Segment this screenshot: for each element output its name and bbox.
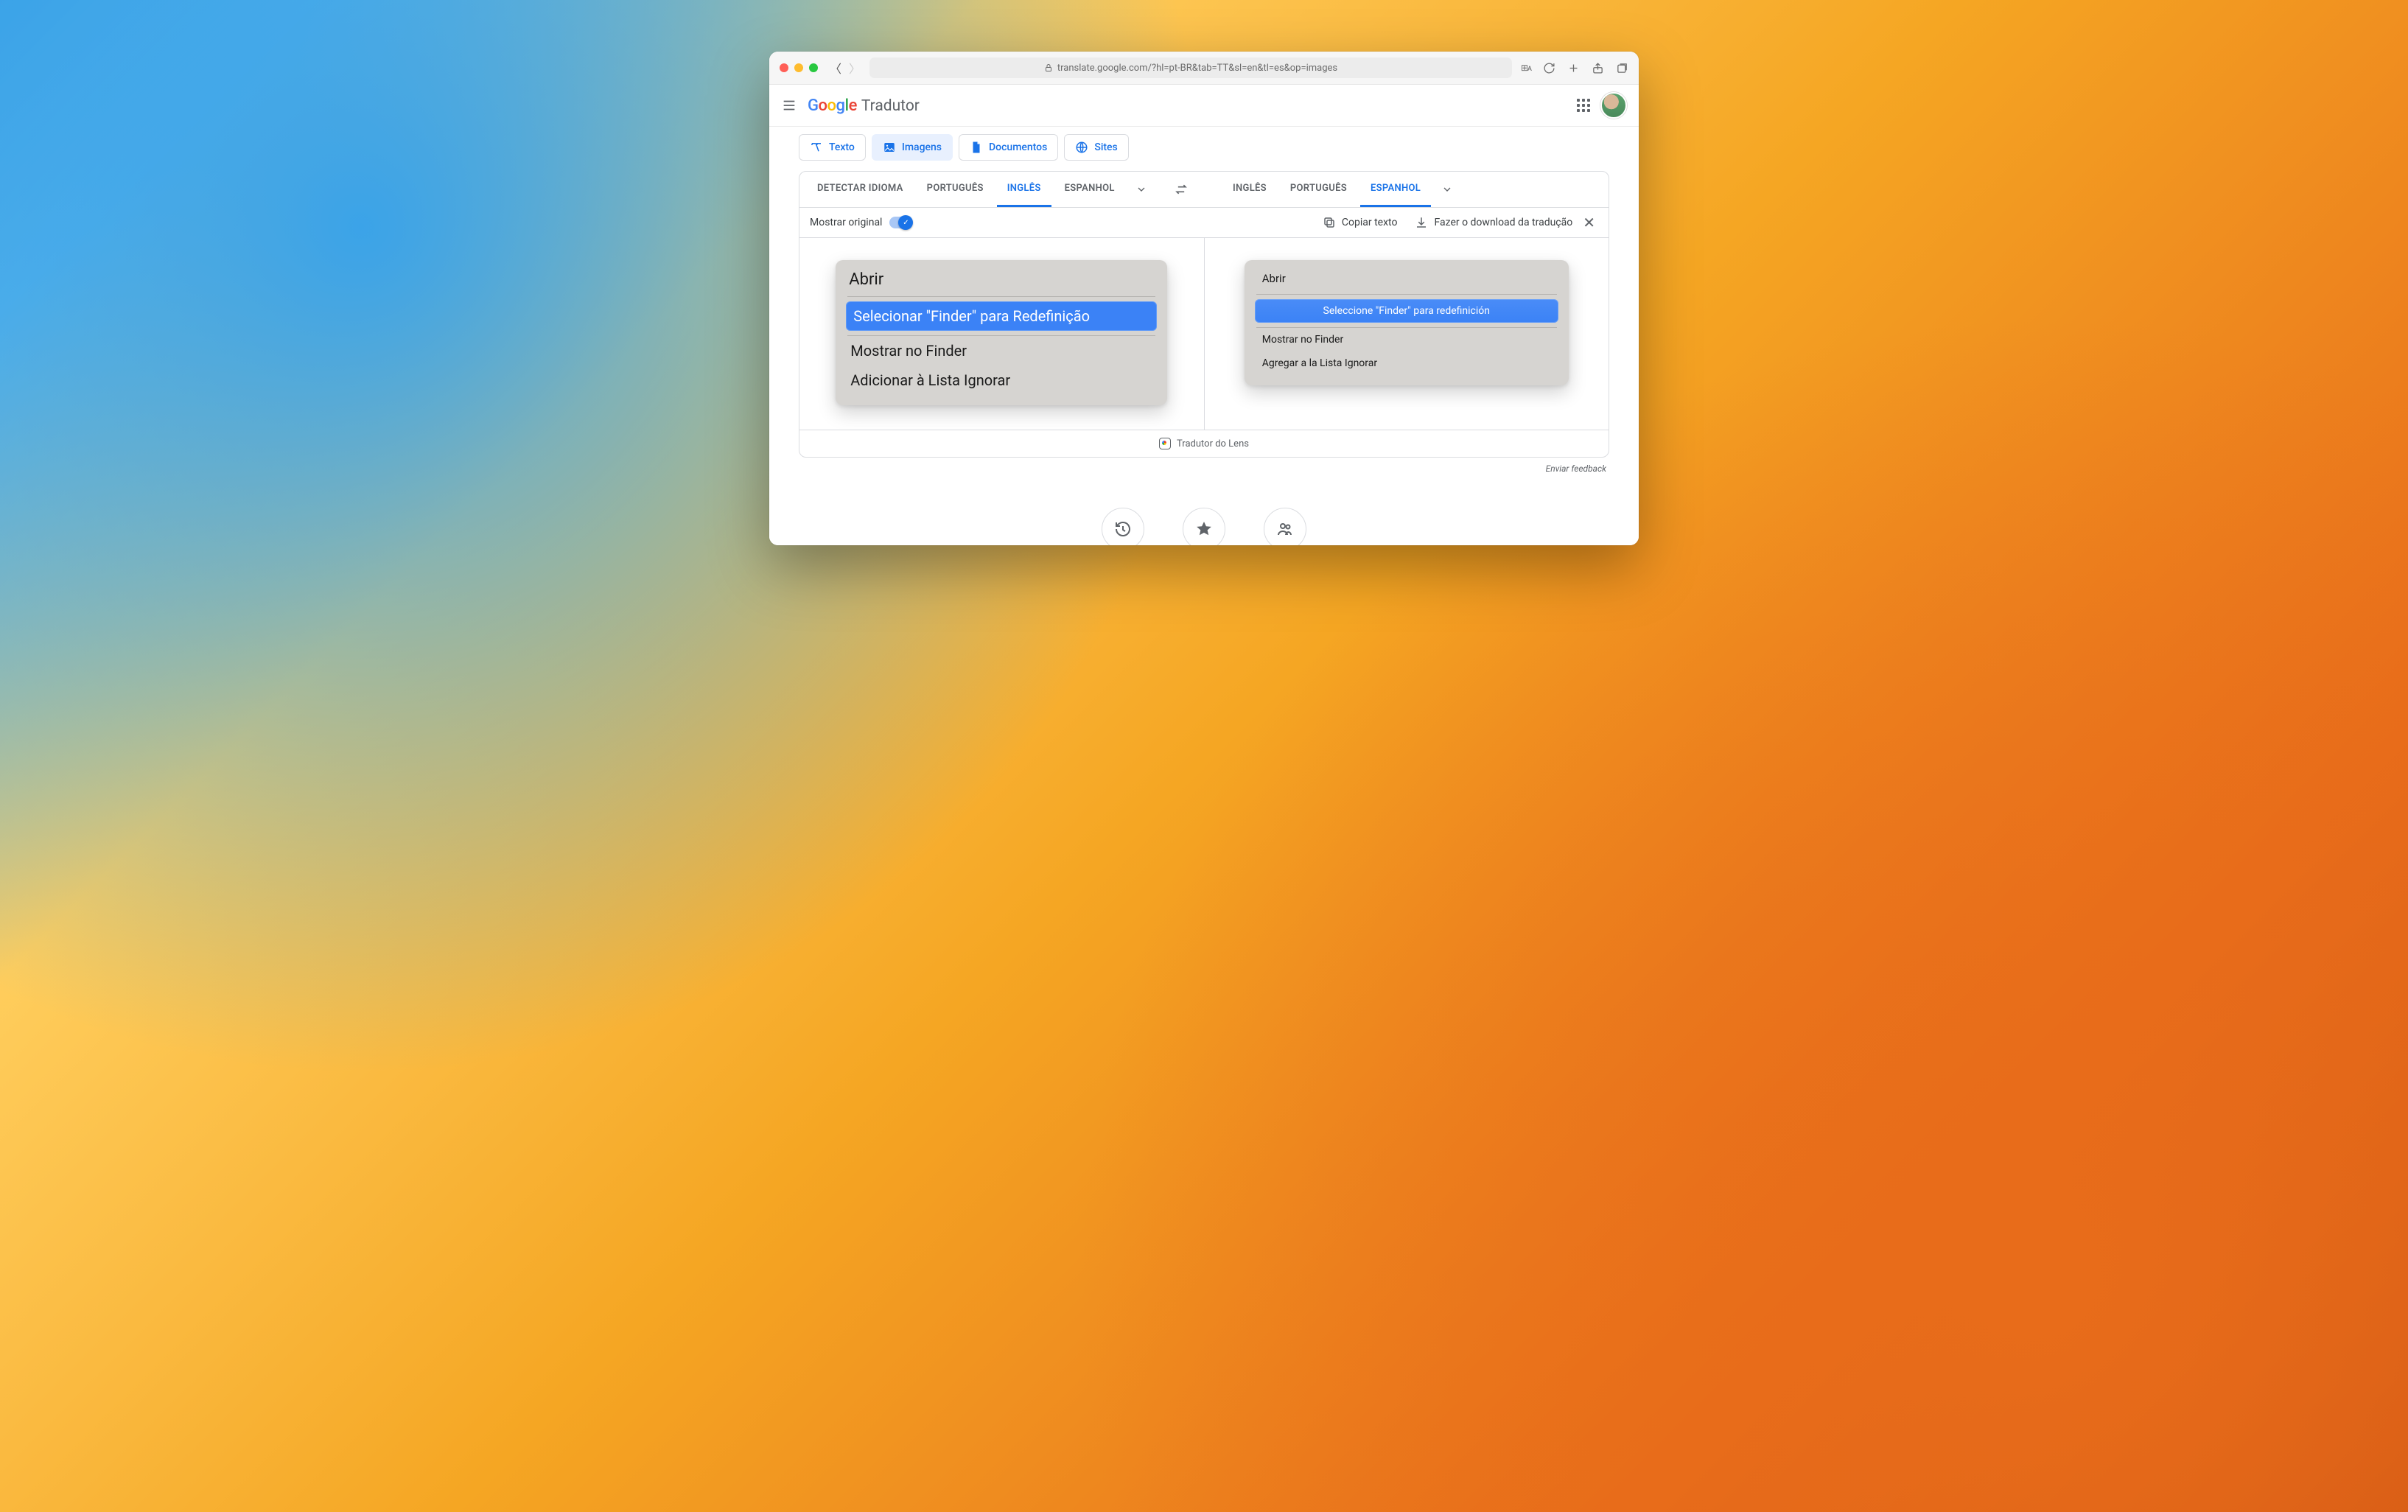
lens-icon <box>1159 438 1171 449</box>
target-tab-spanish[interactable]: ESPANHOL <box>1360 172 1431 207</box>
translated-menu-select: Seleccione "Finder" para redefinición <box>1255 299 1558 323</box>
people-icon <box>1276 520 1294 538</box>
contribute-button[interactable] <box>1264 508 1306 545</box>
original-menu-title: Abrir <box>843 269 1160 296</box>
app-header: Google Tradutor <box>769 85 1639 127</box>
back-button[interactable]: 〈 <box>830 59 841 77</box>
minimize-window-button[interactable] <box>794 63 803 72</box>
google-logo: Google <box>808 97 857 115</box>
original-menu-select: Selecionar "Finder" para Redefinição <box>846 301 1157 331</box>
source-tab-portuguese[interactable]: PORTUGUÊS <box>917 172 994 207</box>
lock-icon <box>1044 63 1053 72</box>
product-name: Tradutor <box>861 97 920 115</box>
original-menu-ignore: Adicionar à Lista Ignorar <box>843 365 1160 395</box>
nav-arrows: 〈 〉 <box>830 59 861 77</box>
show-original-label: Mostrar original <box>810 217 882 228</box>
mode-chips: Texto Imagens Documentos Sites <box>769 127 1639 171</box>
mode-images-label: Imagens <box>902 141 942 153</box>
google-apps-button[interactable] <box>1577 99 1590 112</box>
chevron-down-icon <box>1441 183 1453 195</box>
target-tab-english[interactable]: INGLÊS <box>1222 172 1277 207</box>
source-language-tabs: DETECTAR IDIOMA PORTUGUÊS INGLÊS ESPANHO… <box>799 172 1193 207</box>
chevron-down-icon <box>1135 183 1147 195</box>
show-original-toggle[interactable] <box>889 217 911 228</box>
reload-icon[interactable] <box>1543 62 1555 74</box>
history-button[interactable] <box>1102 508 1144 545</box>
new-tab-icon[interactable] <box>1567 62 1580 74</box>
swap-languages-button[interactable] <box>1174 182 1189 197</box>
image-compare-row: Abrir Selecionar "Finder" para Redefiniç… <box>799 238 1609 430</box>
text-icon <box>810 141 823 154</box>
url-text: translate.google.com/?hl=pt-BR&tab=TT&sl… <box>1057 63 1337 74</box>
mode-text[interactable]: Texto <box>799 134 866 161</box>
download-label: Fazer o download da tradução <box>1434 217 1572 228</box>
browser-titlebar: 〈 〉 translate.google.com/?hl=pt-BR&tab=T… <box>769 52 1639 85</box>
close-window-button[interactable] <box>780 63 788 72</box>
translate-extension-icon[interactable]: ⊞ᴀ <box>1521 63 1531 73</box>
address-bar[interactable]: translate.google.com/?hl=pt-BR&tab=TT&sl… <box>869 57 1512 78</box>
source-more-languages[interactable] <box>1128 183 1155 195</box>
document-icon <box>970 141 983 154</box>
language-tabs-row: DETECTAR IDIOMA PORTUGUÊS INGLÊS ESPANHO… <box>799 172 1609 208</box>
toolbar-right: ⊞ᴀ <box>1521 62 1628 74</box>
source-tab-detect[interactable]: DETECTAR IDIOMA <box>807 172 914 207</box>
target-more-languages[interactable] <box>1434 183 1460 195</box>
account-avatar[interactable] <box>1600 92 1627 119</box>
send-feedback-link[interactable]: Enviar feedback <box>769 458 1639 474</box>
lens-footer[interactable]: Tradutor do Lens <box>799 430 1609 457</box>
bottom-shortcut-buttons <box>769 508 1639 545</box>
window-controls <box>780 63 818 72</box>
hamburger-menu-button[interactable] <box>781 97 797 113</box>
mode-text-label: Texto <box>829 141 855 153</box>
download-translation-button[interactable]: Fazer o download da tradução <box>1415 216 1572 229</box>
mode-images[interactable]: Imagens <box>872 134 953 161</box>
copy-icon <box>1323 216 1336 229</box>
target-tab-portuguese[interactable]: PORTUGUÊS <box>1280 172 1357 207</box>
mode-sites-label: Sites <box>1094 141 1117 153</box>
globe-icon <box>1075 141 1088 154</box>
source-tab-english[interactable]: INGLÊS <box>997 172 1051 207</box>
translate-panel: DETECTAR IDIOMA PORTUGUÊS INGLÊS ESPANHO… <box>799 171 1609 458</box>
original-menu-show: Mostrar no Finder <box>843 336 1160 365</box>
source-tab-spanish[interactable]: ESPANHOL <box>1054 172 1125 207</box>
clear-image-button[interactable]: ✕ <box>1580 214 1598 231</box>
download-icon <box>1415 216 1428 229</box>
copy-text-button[interactable]: Copiar texto <box>1323 216 1398 229</box>
original-image-pane: Abrir Selecionar "Finder" para Redefiniç… <box>799 238 1205 430</box>
translated-menu-ignore: Agregar a la Lista Ignorar <box>1252 351 1561 375</box>
target-language-tabs: INGLÊS PORTUGUÊS ESPANHOL <box>1193 172 1609 207</box>
copy-text-label: Copiar texto <box>1342 217 1398 228</box>
original-menu-preview: Abrir Selecionar "Finder" para Redefiniç… <box>836 260 1167 405</box>
translated-menu-title: Abrir <box>1252 269 1561 294</box>
image-toolbar: Mostrar original Copiar texto Fazer o do… <box>799 208 1609 238</box>
tabs-icon[interactable] <box>1616 62 1628 74</box>
mode-documents-label: Documentos <box>989 141 1047 153</box>
translated-image-pane: Abrir Seleccione "Finder" para redefinic… <box>1205 238 1609 430</box>
zoom-window-button[interactable] <box>809 63 818 72</box>
history-icon <box>1114 520 1132 538</box>
mode-documents[interactable]: Documentos <box>959 134 1058 161</box>
saved-button[interactable] <box>1183 508 1225 545</box>
brand[interactable]: Google Tradutor <box>808 97 920 115</box>
lens-label: Tradutor do Lens <box>1177 438 1249 449</box>
forward-button[interactable]: 〉 <box>849 59 861 77</box>
mode-sites[interactable]: Sites <box>1064 134 1128 161</box>
star-icon <box>1195 520 1213 538</box>
translated-menu-show: Mostrar no Finder <box>1252 328 1561 351</box>
image-icon <box>883 141 896 154</box>
share-icon[interactable] <box>1592 62 1604 74</box>
safari-window: 〈 〉 translate.google.com/?hl=pt-BR&tab=T… <box>769 52 1639 545</box>
translated-menu-preview: Abrir Seleccione "Finder" para redefinic… <box>1245 260 1569 385</box>
